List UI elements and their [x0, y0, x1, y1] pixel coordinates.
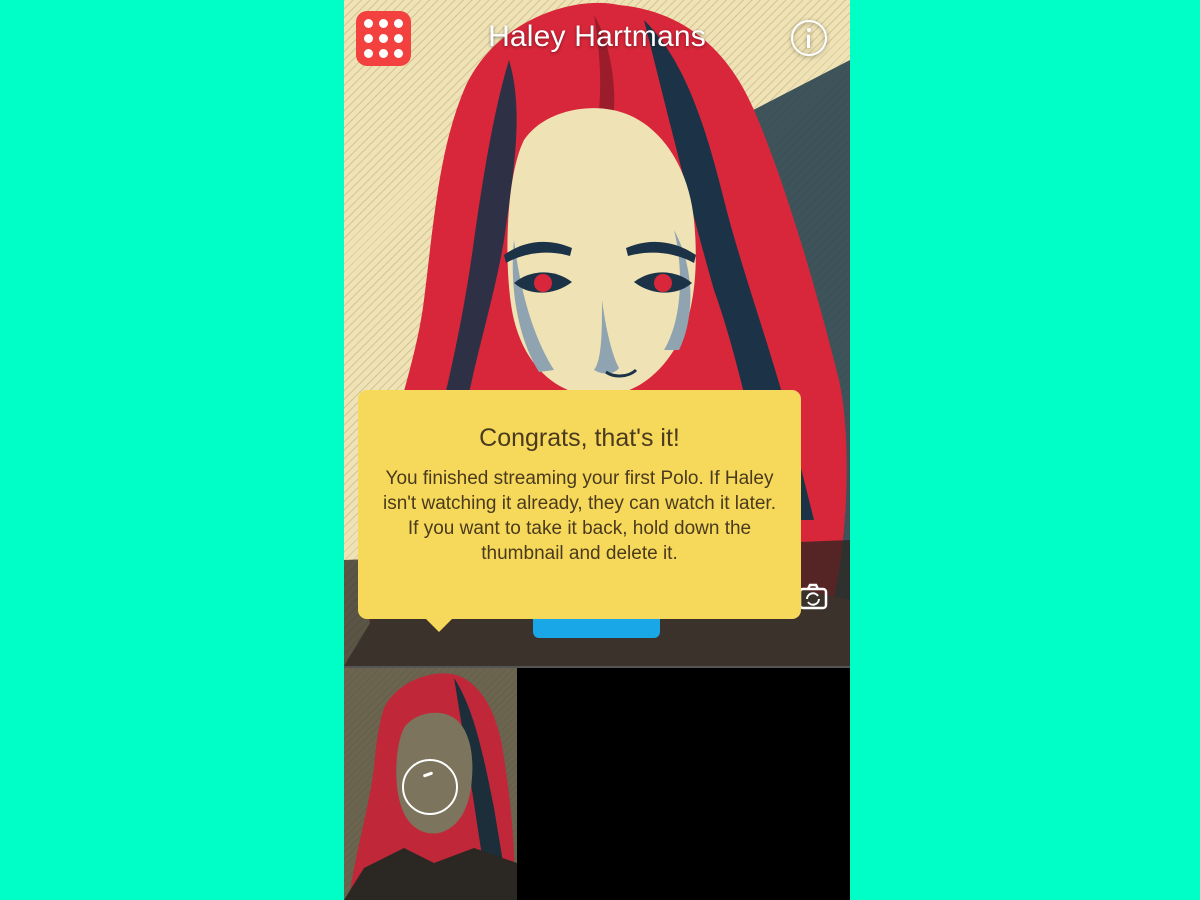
- onboarding-tooltip: Congrats, that's it! You finished stream…: [358, 390, 801, 632]
- tooltip-heading: Congrats, that's it!: [479, 424, 680, 452]
- video-thumbnail[interactable]: [344, 668, 517, 900]
- camera-flip-icon[interactable]: [796, 580, 830, 614]
- info-button[interactable]: [791, 20, 827, 56]
- thumbnail-strip: [344, 668, 850, 900]
- contact-name-title: Haley Hartmans: [488, 20, 706, 53]
- tooltip-pointer: [425, 618, 453, 632]
- info-icon-bar: [807, 35, 810, 48]
- polo-app-screen: Haley Hartmans Congrats, that's it! You …: [344, 0, 850, 900]
- info-icon: [806, 28, 811, 32]
- spinner-tick: [422, 771, 434, 778]
- tooltip-body: You finished streaming your first Polo. …: [383, 468, 776, 564]
- loading-spinner-icon: [402, 759, 458, 815]
